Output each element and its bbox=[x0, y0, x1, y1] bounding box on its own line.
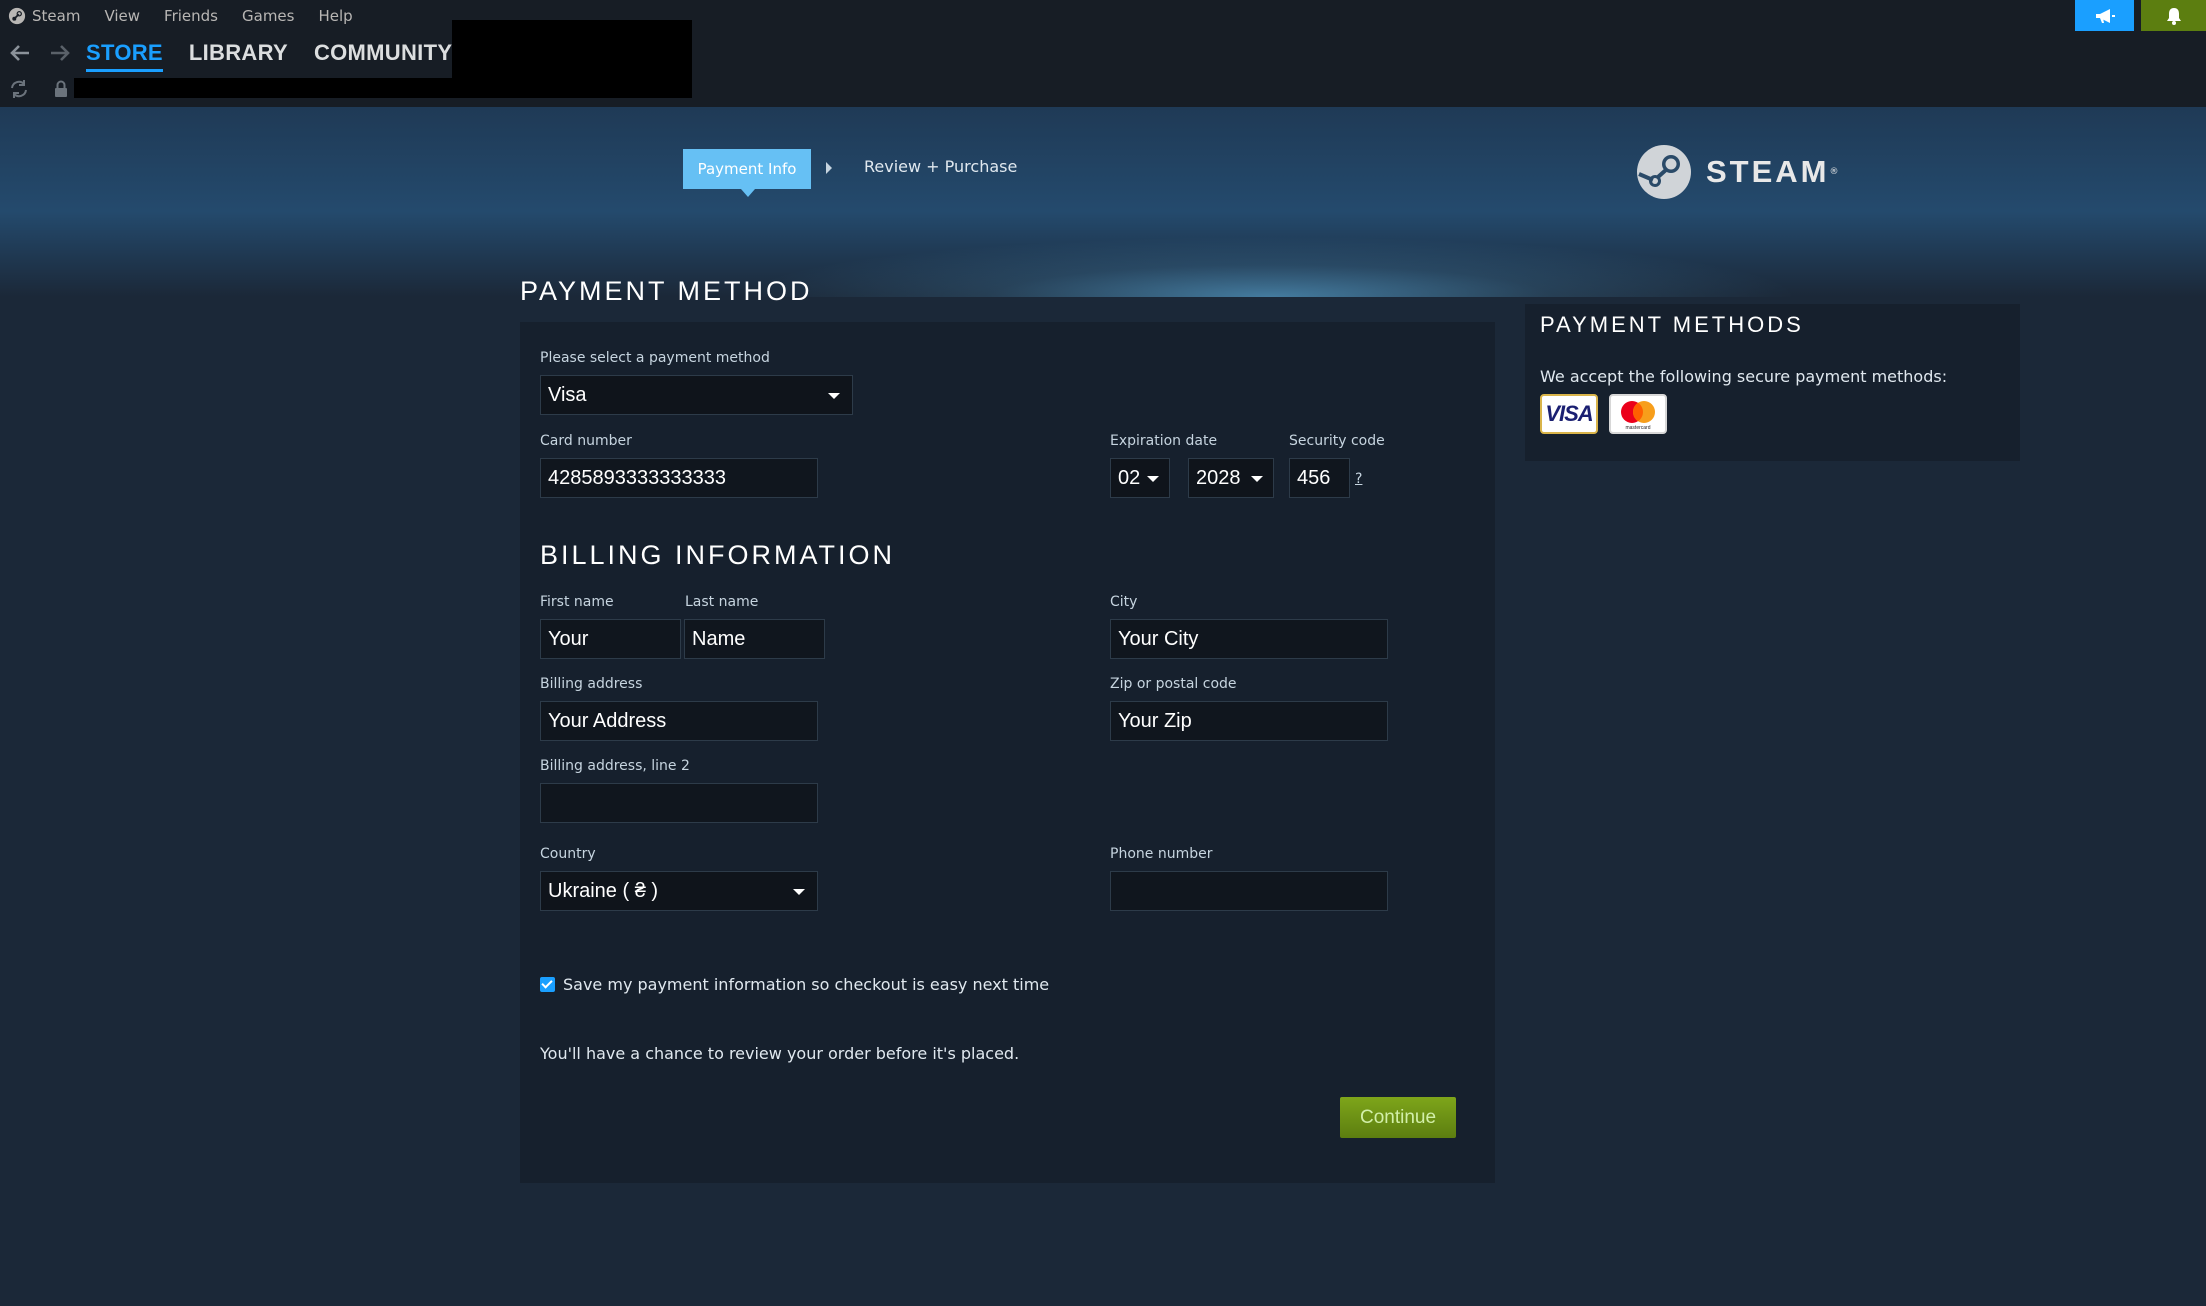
visa-card-icon: VISA bbox=[1540, 394, 1598, 434]
review-note: You'll have a chance to review your orde… bbox=[540, 1044, 1020, 1063]
chevron-down-icon bbox=[828, 393, 840, 399]
country-value: Ukraine ( ₴ ) bbox=[548, 879, 659, 902]
payment-method-title: PAYMENT METHOD bbox=[520, 276, 813, 306]
mastercard-logo: mastercard bbox=[1621, 401, 1655, 431]
breadcrumb-review-purchase: Review + Purchase bbox=[864, 157, 1018, 176]
mastercard-wordmark: mastercard bbox=[1625, 425, 1650, 431]
menu-friends[interactable]: Friends bbox=[164, 7, 218, 25]
city-input[interactable]: Your City bbox=[1110, 619, 1388, 659]
back-arrow-icon[interactable] bbox=[6, 39, 34, 67]
security-code-label: Security code bbox=[1289, 433, 1385, 449]
accepted-methods-text: We accept the following secure payment m… bbox=[1540, 367, 1948, 386]
first-name-label: First name bbox=[540, 594, 614, 610]
city-label: City bbox=[1110, 594, 1138, 610]
tab-community[interactable]: COMMUNITY bbox=[314, 40, 452, 66]
bell-icon bbox=[2166, 7, 2181, 25]
steam-wordmark: STEAM bbox=[1706, 154, 1830, 189]
menu-games[interactable]: Games bbox=[242, 7, 294, 25]
zip-value: Your Zip bbox=[1118, 709, 1192, 732]
security-code-value: 456 bbox=[1297, 466, 1331, 489]
payment-method-label: Please select a payment method bbox=[540, 350, 770, 366]
billing-information-title: BILLING INFORMATION bbox=[540, 540, 896, 570]
menu-help[interactable]: Help bbox=[318, 7, 352, 25]
menu-view[interactable]: View bbox=[104, 7, 140, 25]
reload-icon[interactable] bbox=[8, 78, 30, 100]
first-name-input[interactable]: Your bbox=[540, 619, 681, 659]
steam-logo: STEAM ® bbox=[1636, 144, 1839, 200]
announcements-button[interactable] bbox=[2075, 0, 2134, 31]
chevron-down-icon bbox=[1251, 476, 1263, 482]
save-payment-checkbox[interactable] bbox=[540, 977, 555, 992]
billing-address-label: Billing address bbox=[540, 676, 643, 692]
tab-library[interactable]: LIBRARY bbox=[189, 40, 288, 66]
steam-logo-icon bbox=[8, 7, 26, 25]
country-select[interactable]: Ukraine ( ₴ ) bbox=[540, 871, 818, 911]
payment-methods-panel: PAYMENT METHODS We accept the following … bbox=[1525, 304, 2020, 461]
megaphone-icon bbox=[2095, 8, 2115, 23]
chevron-down-icon bbox=[1147, 476, 1159, 482]
expiration-year-value: 2028 bbox=[1196, 466, 1241, 489]
last-name-input[interactable]: Name bbox=[684, 619, 825, 659]
last-name-label: Last name bbox=[685, 594, 759, 610]
billing-address-input[interactable]: Your Address bbox=[540, 701, 818, 741]
expiration-date-label: Expiration date bbox=[1110, 433, 1218, 449]
registered-mark: ® bbox=[1829, 167, 1839, 177]
card-number-input[interactable]: 4285893333333333 bbox=[540, 458, 818, 498]
tab-store[interactable]: STORE bbox=[86, 40, 163, 72]
billing-address-value: Your Address bbox=[548, 709, 667, 732]
card-number-label: Card number bbox=[540, 433, 632, 449]
expiration-month-select[interactable]: 02 bbox=[1110, 458, 1170, 498]
security-code-input[interactable]: 456 bbox=[1289, 458, 1350, 498]
expiration-month-value: 02 bbox=[1118, 466, 1141, 489]
card-number-value: 4285893333333333 bbox=[548, 466, 726, 489]
payment-method-value: Visa bbox=[548, 383, 587, 406]
phone-label: Phone number bbox=[1110, 846, 1213, 862]
checkout-header-band bbox=[0, 107, 2206, 297]
payment-method-select[interactable]: Visa bbox=[540, 375, 853, 415]
menu-steam[interactable]: Steam bbox=[32, 7, 80, 25]
security-code-help-link[interactable]: ? bbox=[1355, 471, 1362, 487]
payment-methods-title: PAYMENT METHODS bbox=[1540, 312, 1804, 337]
first-name-value: Your bbox=[548, 627, 589, 650]
nav-row: STORE LIBRARY COMMUNITY bbox=[6, 36, 478, 72]
payment-form-panel: Please select a payment method Visa Card… bbox=[520, 322, 1495, 1183]
country-label: Country bbox=[540, 846, 596, 862]
billing-address-2-label: Billing address, line 2 bbox=[540, 758, 690, 774]
save-payment-label: Save my payment information so checkout … bbox=[563, 975, 1050, 994]
redacted-url-bar bbox=[74, 78, 454, 98]
city-value: Your City bbox=[1118, 627, 1199, 650]
billing-address-2-input[interactable] bbox=[540, 783, 818, 823]
menu-bar: Steam View Friends Games Help bbox=[8, 4, 377, 28]
lock-icon bbox=[50, 78, 72, 100]
expiration-year-select[interactable]: 2028 bbox=[1188, 458, 1274, 498]
notifications-button[interactable] bbox=[2141, 0, 2206, 31]
chevron-down-icon bbox=[793, 889, 805, 895]
visa-wordmark: VISA bbox=[1545, 401, 1593, 426]
save-payment-row: Save my payment information so checkout … bbox=[540, 975, 1049, 994]
mastercard-icon: mastercard bbox=[1609, 394, 1667, 434]
phone-input[interactable] bbox=[1110, 871, 1388, 911]
last-name-value: Name bbox=[692, 627, 746, 650]
zip-input[interactable]: Your Zip bbox=[1110, 701, 1388, 741]
steam-logo-icon bbox=[1637, 145, 1691, 199]
breadcrumb-payment-info: Payment Info bbox=[683, 149, 811, 197]
client-titlebar: Steam View Friends Games Help STORE LIBR… bbox=[0, 0, 2206, 107]
forward-arrow-icon[interactable] bbox=[46, 39, 74, 67]
zip-label: Zip or postal code bbox=[1110, 676, 1237, 692]
redacted-block bbox=[452, 20, 692, 98]
continue-button[interactable]: Continue bbox=[1340, 1097, 1456, 1138]
breadcrumb-arrow-icon bbox=[826, 162, 832, 174]
